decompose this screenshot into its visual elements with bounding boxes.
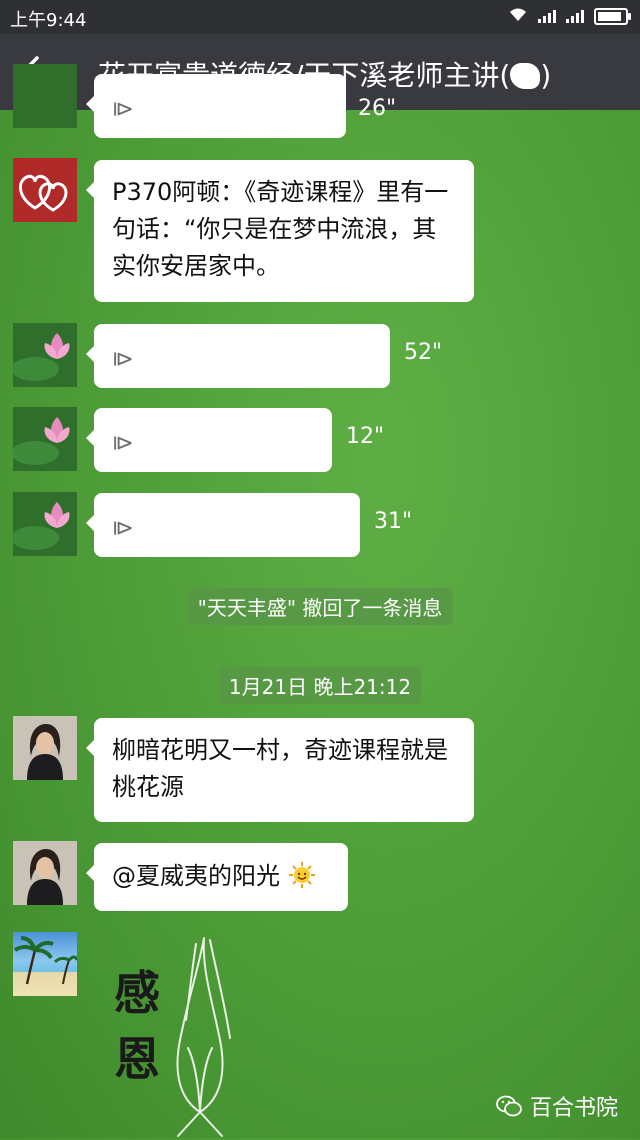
message-text: P370阿顿：《奇迹课程》里有一句话：“你只是在梦中流浪，其实你安居家中。 [112, 178, 449, 280]
text-message[interactable]: 柳暗花明又一村，奇迹课程就是桃花源 [86, 718, 474, 822]
status-time: 上午9:44 [10, 10, 87, 31]
voice-message[interactable]: ⧐ [86, 408, 332, 472]
sticker-message[interactable]: 感恩 [100, 930, 300, 1140]
signal-icon [538, 9, 556, 23]
voice-duration: 26" [358, 96, 397, 121]
avatar[interactable] [13, 158, 77, 222]
wifi-icon [508, 6, 528, 26]
redacted-blob [510, 63, 541, 89]
avatar[interactable] [13, 841, 77, 905]
message-text: 柳暗花明又一村，奇迹课程就是桃花源 [112, 736, 448, 801]
lotus-icon [13, 333, 70, 381]
sticker-text: 感恩 [114, 966, 160, 1086]
message-list[interactable]: ⧐ 26" P370阿顿：《奇迹课程》里有一句话：“你只是在梦中流浪，其实你安居… [0, 64, 640, 1140]
watermark: 百合书院 [496, 1090, 618, 1122]
voice-duration: 52" [404, 340, 443, 365]
recall-notice: "天天丰盛" 撤回了一条消息 [187, 588, 453, 625]
voice-wave-icon: ⧐ [112, 431, 134, 456]
wechat-icon [496, 1095, 522, 1117]
person-photo-icon [13, 716, 77, 780]
voice-duration: 12" [346, 424, 385, 449]
avatar[interactable] [13, 323, 77, 387]
voice-wave-icon: ⧐ [112, 347, 134, 372]
voice-message[interactable]: ⧐ [86, 493, 360, 557]
text-message[interactable]: @夏威夷的阳光 [86, 843, 348, 911]
sun-emoji-icon [288, 862, 315, 888]
hearts-icon [18, 174, 68, 212]
time-separator: 1月21日 晚上21:12 [218, 667, 422, 704]
avatar[interactable] [13, 492, 77, 556]
voice-message[interactable]: ⧐ [86, 324, 390, 388]
lotus-icon [13, 417, 70, 465]
avatar[interactable] [13, 932, 77, 996]
status-icons [508, 6, 631, 26]
palm-tree-icon [13, 936, 77, 985]
signal-icon-2 [566, 9, 584, 23]
avatar[interactable] [13, 716, 77, 780]
avatar[interactable] [13, 407, 77, 471]
person-photo-icon [13, 841, 77, 905]
voice-wave-icon: ⧐ [112, 516, 134, 541]
voice-duration: 31" [374, 509, 413, 534]
voice-wave-icon: ⧐ [112, 97, 134, 122]
message-text: @夏威夷的阳光 [112, 862, 280, 890]
text-message[interactable]: P370阿顿：《奇迹课程》里有一句话：“你只是在梦中流浪，其实你安居家中。 [86, 160, 474, 302]
battery-icon [594, 7, 631, 25]
lotus-icon [13, 502, 70, 550]
watermark-label: 百合书院 [529, 1096, 618, 1121]
avatar[interactable] [13, 64, 77, 128]
voice-message[interactable]: ⧐ [86, 74, 346, 138]
status-bar: 上午9:44 [0, 0, 640, 34]
